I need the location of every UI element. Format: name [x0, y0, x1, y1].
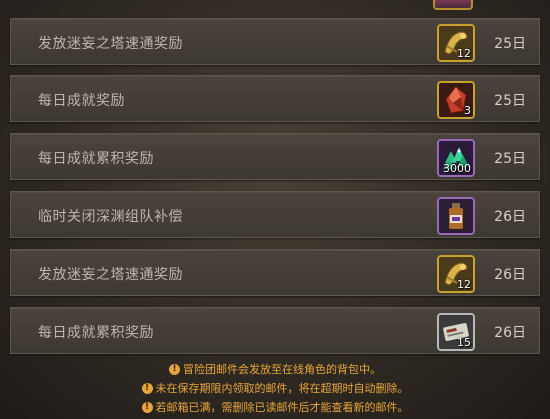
reward-item-slot[interactable]: 15: [437, 313, 475, 351]
mail-title: 发放迷妄之塔速通奖励: [38, 267, 183, 283]
reward-item-slot[interactable]: 3000: [437, 139, 475, 177]
item-count: 12: [457, 47, 471, 60]
mail-row[interactable]: 每日成就累积奖励 15 26日: [10, 307, 540, 354]
mail-date: 26日: [494, 209, 526, 225]
reward-item-slot[interactable]: 3: [437, 81, 475, 119]
item-count: 15: [457, 336, 471, 349]
notice-item: ! 未在保存期限内领取的邮件，将在超期时自动删除。: [0, 379, 550, 398]
mail-date: 25日: [494, 151, 526, 167]
item-count: 3000: [443, 162, 471, 175]
mail-title: 每日成就累积奖励: [38, 325, 154, 341]
notice-list: ! 冒险团邮件会发放至在线角色的背包中。 ! 未在保存期限内领取的邮件，将在超期…: [0, 360, 550, 417]
notice-item: ! 若邮箱已满，需删除已读邮件后才能查看新的邮件。: [0, 398, 550, 417]
mail-date: 26日: [494, 267, 526, 283]
mail-row[interactable]: 每日成就累积奖励 3000 25日: [10, 133, 540, 180]
mail-date: 26日: [494, 325, 526, 341]
notice-text: 冒险团邮件会发放至在线角色的背包中。: [183, 363, 381, 376]
mail-title: 每日成就奖励: [38, 93, 125, 109]
mail-title: 发放迷妄之塔速通奖励: [38, 36, 183, 52]
partial-item-slot-top: [433, 0, 473, 10]
reward-item-slot[interactable]: 12: [437, 255, 475, 293]
mail-title: 临时关闭深渊组队补偿: [38, 209, 183, 225]
notice-item: ! 冒险团邮件会发放至在线角色的背包中。: [0, 360, 550, 379]
notice-text: 若邮箱已满，需删除已读邮件后才能查看新的邮件。: [155, 401, 409, 414]
mail-date: 25日: [494, 36, 526, 52]
warning-icon: !: [169, 364, 180, 375]
mail-row[interactable]: 发放迷妄之塔速通奖励 12 26日: [10, 249, 540, 296]
reward-item-slot[interactable]: [437, 197, 475, 235]
mail-row[interactable]: 每日成就奖励 3 25日: [10, 75, 540, 122]
mail-title: 每日成就累积奖励: [38, 151, 154, 167]
notice-text: 未在保存期限内领取的邮件，将在超期时自动删除。: [155, 382, 409, 395]
mail-row[interactable]: 发放迷妄之塔速通奖励 12 25日: [10, 18, 540, 65]
item-count: 12: [457, 278, 471, 291]
item-count: 3: [464, 104, 471, 117]
warning-icon: !: [141, 402, 153, 413]
warning-icon: !: [141, 383, 153, 394]
reward-item-slot[interactable]: 12: [437, 24, 475, 62]
mail-row[interactable]: 临时关闭深渊组队补偿 26日: [10, 191, 540, 238]
mail-date: 25日: [494, 93, 526, 109]
potion-bottle-icon: [439, 199, 473, 233]
